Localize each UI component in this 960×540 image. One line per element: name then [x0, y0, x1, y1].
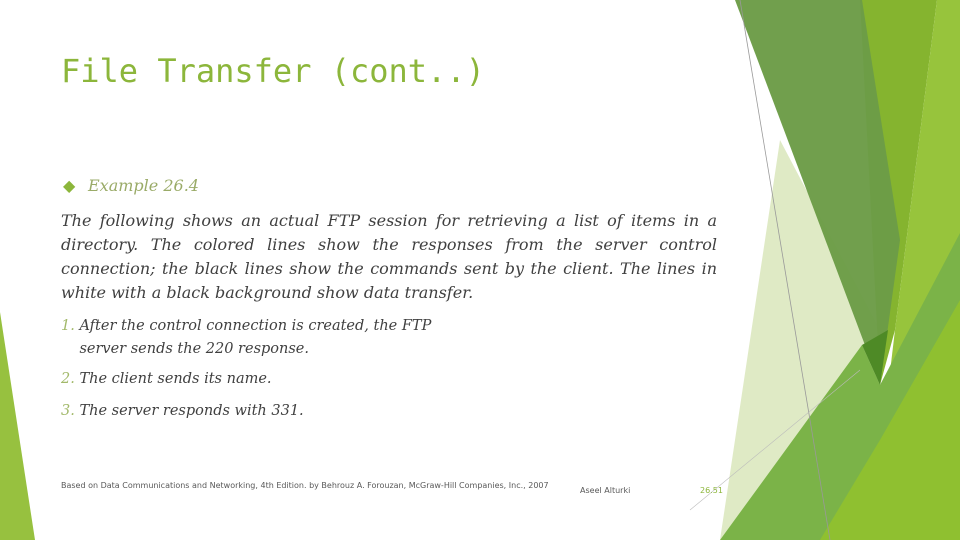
description-paragraph: The following shows an actual FTP sessio…: [61, 211, 717, 302]
diamond-icon: ◆: [63, 176, 76, 195]
step-text: After the control connection is created,…: [79, 318, 432, 357]
step-text: The client sends its name.: [79, 371, 272, 387]
list-item: 3. The server responds with 331.: [61, 400, 499, 423]
step-number: 2.: [61, 371, 75, 387]
list-item: 1. After the control connection is creat…: [61, 315, 479, 361]
step-number: 3.: [61, 403, 75, 419]
example-label: Example 26.4: [88, 176, 199, 195]
step-number: 1.: [61, 318, 75, 334]
step-text: The server responds with 331.: [79, 403, 304, 419]
footer-source: Based on Data Communications and Network…: [61, 481, 549, 490]
page-number: 26.51: [700, 486, 723, 495]
footer-author: Aseel Alturki: [580, 486, 631, 495]
left-green-shape: [0, 312, 35, 540]
slide-title: File Transfer (cont..): [61, 52, 485, 90]
list-item: 2. The client sends its name.: [61, 368, 499, 391]
